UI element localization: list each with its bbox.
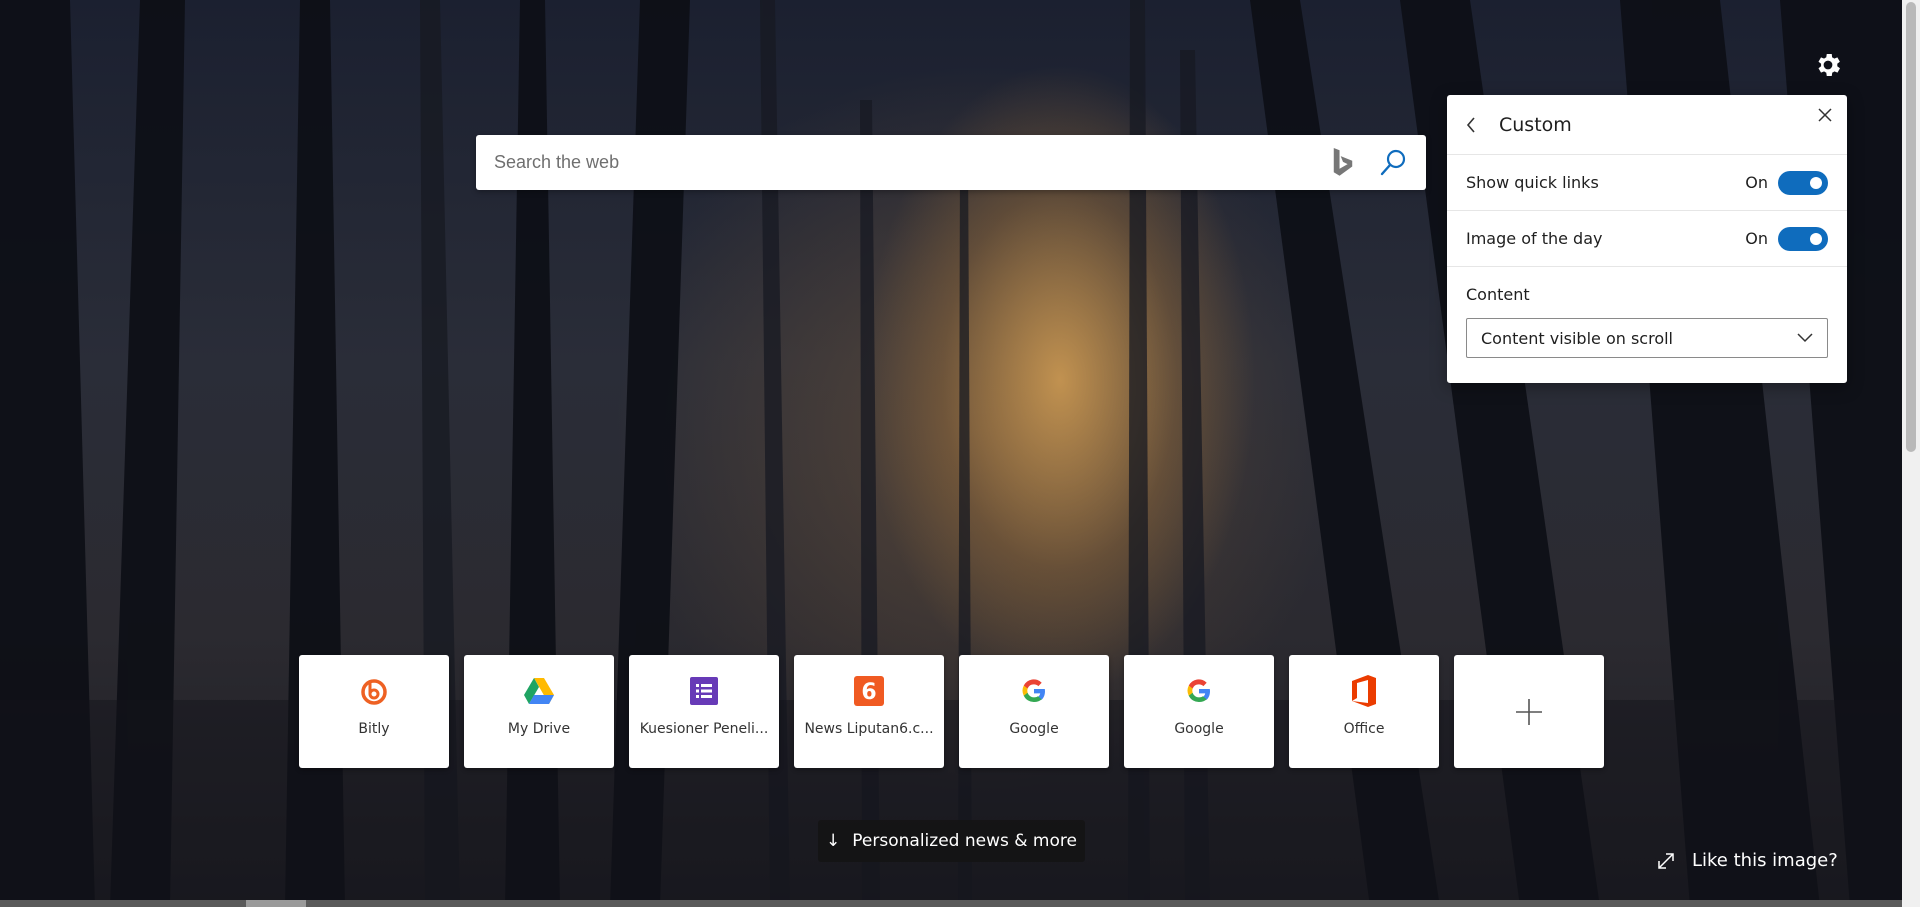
panel-title: Custom <box>1499 113 1572 136</box>
horizontal-scrollbar[interactable] <box>0 900 1902 907</box>
close-icon[interactable] <box>1815 105 1835 125</box>
image-of-the-day-label: Image of the day <box>1466 229 1603 248</box>
image-of-the-day-state: On <box>1745 229 1768 248</box>
back-button[interactable] <box>1465 115 1485 135</box>
chevron-down-icon <box>1797 333 1813 343</box>
content-dropdown-value: Content visible on scroll <box>1481 328 1673 348</box>
vertical-scrollbar-thumb[interactable] <box>1906 2 1916 452</box>
quick-link-label: Kuesioner Peneli... <box>639 721 769 737</box>
google-drive-icon <box>523 675 555 707</box>
quick-link-kuesioner[interactable]: Kuesioner Peneli... <box>629 655 779 768</box>
google-icon <box>1018 675 1050 707</box>
image-of-the-day-row: Image of the day On <box>1447 211 1847 267</box>
search-box <box>476 135 1426 190</box>
vertical-scrollbar[interactable] <box>1902 0 1920 907</box>
quick-link-liputan6[interactable]: 6 News Liputan6.c... <box>794 655 944 768</box>
search-input[interactable] <box>494 152 1330 173</box>
liputan6-icon: 6 <box>853 675 885 707</box>
settings-gear-button[interactable] <box>1811 48 1845 82</box>
gear-icon <box>1818 54 1840 76</box>
personalized-news-label: Personalized news & more <box>852 831 1077 851</box>
quick-links: Bitly My Drive Kuesioner Peneli... 6 New… <box>299 655 1604 768</box>
arrow-down-icon: ↓ <box>826 831 841 851</box>
chevron-left-icon <box>1466 116 1475 133</box>
show-quick-links-label: Show quick links <box>1466 173 1599 192</box>
quick-link-label: Office <box>1343 721 1385 737</box>
quick-link-google-1[interactable]: Google <box>959 655 1109 768</box>
show-quick-links-row: Show quick links On <box>1447 155 1847 211</box>
quick-link-label: Google <box>1009 721 1059 737</box>
content-label: Content <box>1466 285 1530 304</box>
content-dropdown[interactable]: Content visible on scroll <box>1466 318 1828 358</box>
quick-link-my-drive[interactable]: My Drive <box>464 655 614 768</box>
quick-link-bitly[interactable]: Bitly <box>299 655 449 768</box>
svg-text:6: 6 <box>861 680 876 705</box>
office-icon <box>1348 675 1380 707</box>
bitly-icon <box>358 675 390 707</box>
expand-icon <box>1658 852 1674 869</box>
custom-settings-panel: Custom Show quick links On Image of the … <box>1447 95 1847 383</box>
plus-icon <box>1516 698 1542 725</box>
quick-link-label: News Liputan6.c... <box>804 721 934 737</box>
like-this-image-button[interactable]: Like this image? <box>1656 850 1838 871</box>
quick-link-label: Google <box>1174 721 1224 737</box>
google-icon <box>1183 675 1215 707</box>
panel-header: Custom <box>1447 95 1847 155</box>
google-forms-icon <box>688 675 720 707</box>
show-quick-links-toggle[interactable] <box>1778 170 1828 195</box>
horizontal-scrollbar-thumb[interactable] <box>246 900 306 907</box>
personalized-news-button[interactable]: ↓ Personalized news & more <box>818 820 1085 862</box>
image-of-the-day-toggle[interactable] <box>1778 226 1828 251</box>
quick-link-google-2[interactable]: Google <box>1124 655 1274 768</box>
show-quick-links-state: On <box>1745 173 1768 192</box>
search-icon[interactable] <box>1378 148 1408 178</box>
quick-link-label: Bitly <box>358 721 390 737</box>
like-this-image-label: Like this image? <box>1692 850 1838 871</box>
add-quick-link-button[interactable] <box>1454 655 1604 768</box>
bing-logo-icon[interactable] <box>1330 147 1356 178</box>
quick-link-label: My Drive <box>507 721 571 737</box>
quick-link-office[interactable]: Office <box>1289 655 1439 768</box>
